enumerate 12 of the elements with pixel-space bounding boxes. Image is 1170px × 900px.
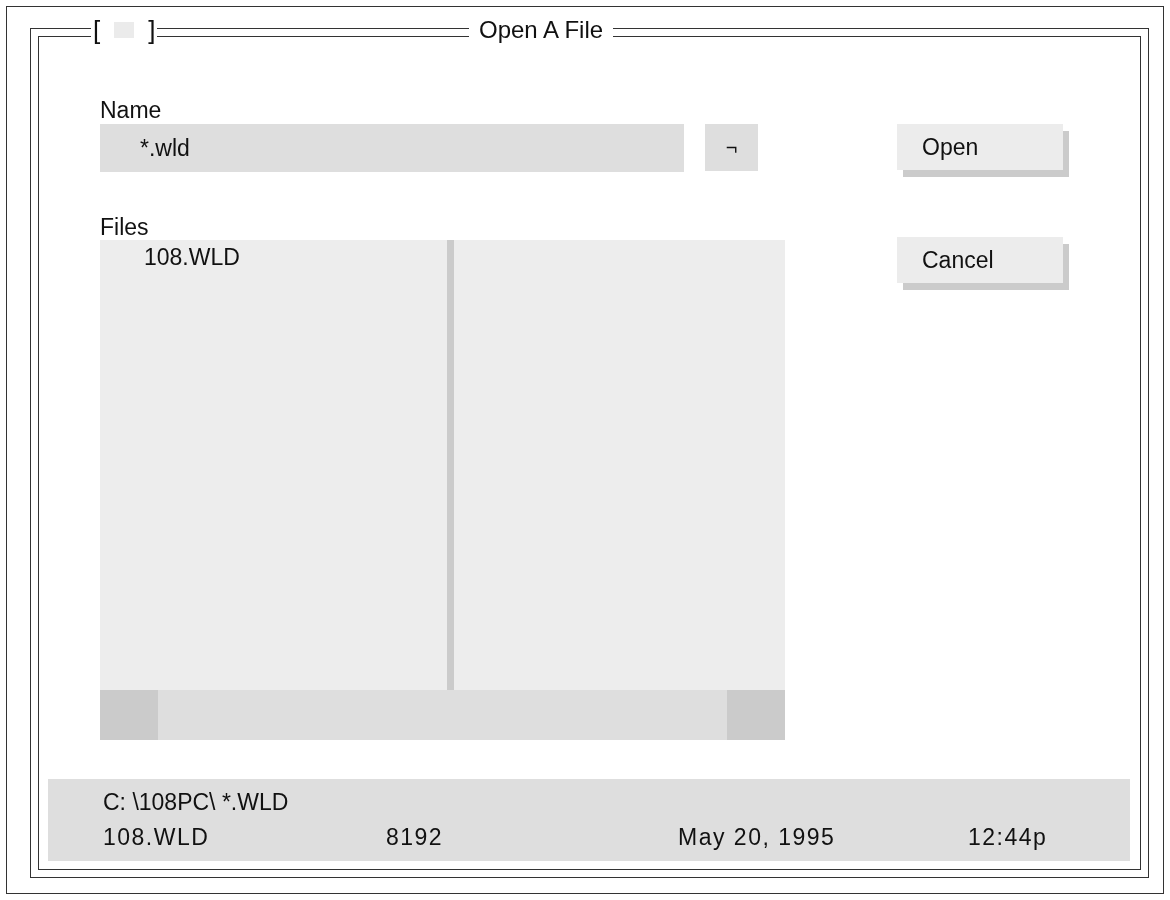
dropdown-button[interactable]: ¬ bbox=[705, 124, 758, 171]
file-size-text: 8192 bbox=[386, 823, 444, 852]
files-label: Files bbox=[100, 214, 150, 240]
name-label: Name bbox=[100, 97, 163, 123]
name-field[interactable]: *.wld bbox=[100, 124, 684, 172]
horizontal-scrollbar[interactable] bbox=[100, 690, 785, 740]
file-date-text: May 20, 1995 bbox=[678, 823, 836, 852]
file-list[interactable]: 108.WLD bbox=[100, 240, 785, 740]
path-text: C: \108PC\ *.WLD bbox=[103, 788, 290, 817]
file-name-text: 108.WLD bbox=[103, 823, 210, 852]
file-item[interactable]: 108.WLD bbox=[100, 242, 447, 272]
file-time-text: 12:44p bbox=[968, 823, 1048, 852]
